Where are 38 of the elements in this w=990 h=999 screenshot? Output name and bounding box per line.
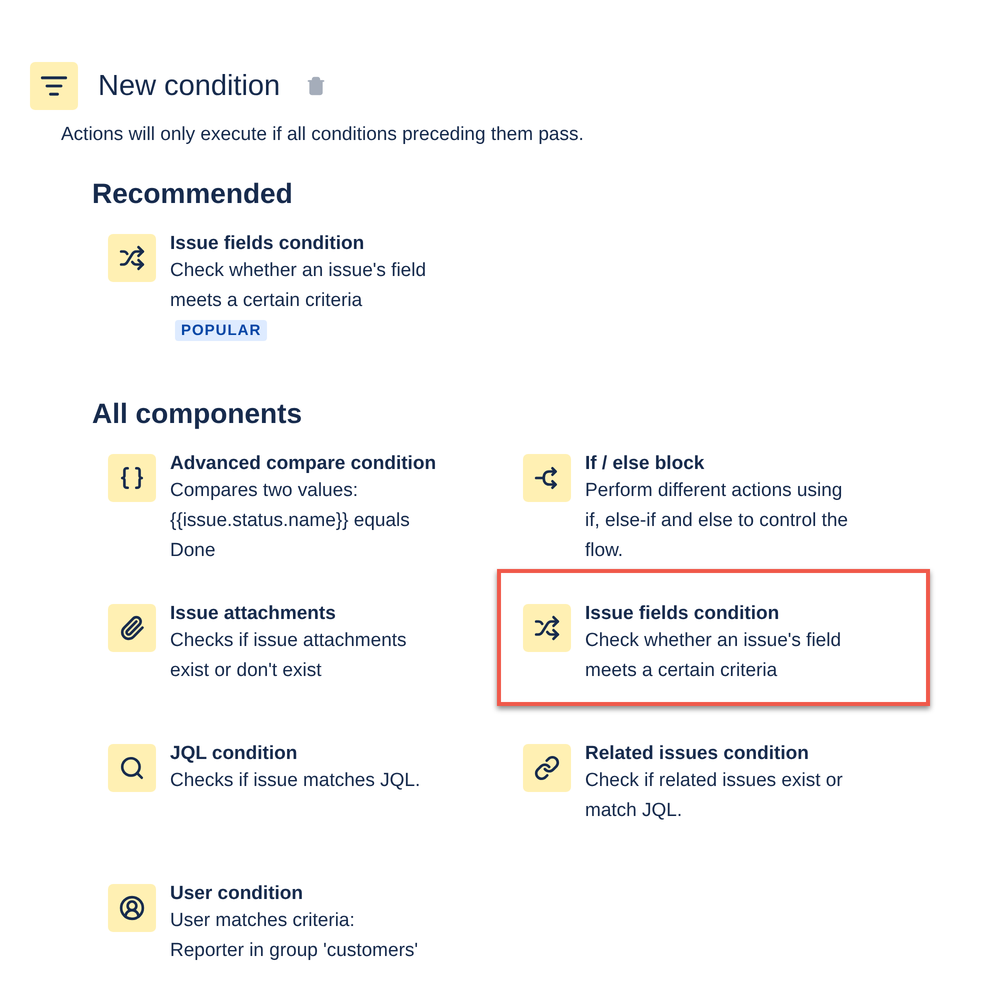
component-description: Check whether an issue's field meets a certain criteria bbox=[170, 259, 426, 313]
search-icon bbox=[119, 755, 145, 781]
component-description: Check if related issues exist or match JQL. bbox=[585, 769, 843, 823]
component-title[interactable]: Issue attachments bbox=[170, 602, 336, 626]
user-icon bbox=[119, 895, 145, 921]
trash-icon bbox=[306, 76, 326, 96]
shuffle-icon bbox=[534, 615, 560, 641]
component-icon-tile[interactable] bbox=[108, 604, 156, 652]
paperclip-icon bbox=[119, 615, 145, 641]
component-icon-tile[interactable] bbox=[523, 454, 571, 502]
branch-icon bbox=[534, 465, 560, 491]
section-heading: All components bbox=[92, 398, 304, 430]
component-icon-tile[interactable] bbox=[108, 454, 156, 502]
braces-icon bbox=[119, 465, 145, 491]
component-icon-tile[interactable] bbox=[108, 744, 156, 792]
component-description: Compares two values: {{issue.status.name}} equals Done bbox=[170, 479, 410, 563]
component-description: Checks if issue attachments exist or don't exist bbox=[170, 629, 407, 683]
component-title[interactable]: Advanced compare condition bbox=[170, 452, 436, 476]
component-title[interactable]: Issue fields condition bbox=[170, 232, 364, 256]
component-description: Perform different actions using if, else-if and else to control the flow. bbox=[585, 479, 848, 563]
component-title[interactable]: Issue fields condition bbox=[585, 602, 780, 626]
component-title[interactable]: If / else block bbox=[585, 452, 704, 476]
component-title[interactable]: JQL condition bbox=[170, 742, 298, 766]
shuffle-icon bbox=[119, 245, 145, 271]
component-description: Check whether an issue's field meets a certain criteria bbox=[585, 629, 842, 683]
component-icon-tile[interactable] bbox=[108, 884, 156, 932]
section-heading: Recommended bbox=[92, 178, 294, 210]
condition-title: New condition bbox=[98, 70, 280, 102]
link-icon bbox=[534, 755, 560, 781]
component-title[interactable]: Related issues condition bbox=[585, 742, 809, 766]
popular-badge: POPULAR bbox=[175, 320, 268, 341]
component-description: Checks if issue matches JQL. bbox=[170, 769, 420, 793]
component-icon-tile[interactable] bbox=[108, 234, 156, 282]
condition-description: Actions will only execute if all conditions preceding them pass. bbox=[61, 124, 585, 146]
component-title[interactable]: User condition bbox=[170, 882, 304, 906]
component-icon-tile[interactable] bbox=[523, 744, 571, 792]
component-description: User matches criteria: Reporter in group 'customers' bbox=[170, 909, 418, 963]
component-icon-tile[interactable] bbox=[523, 604, 571, 652]
